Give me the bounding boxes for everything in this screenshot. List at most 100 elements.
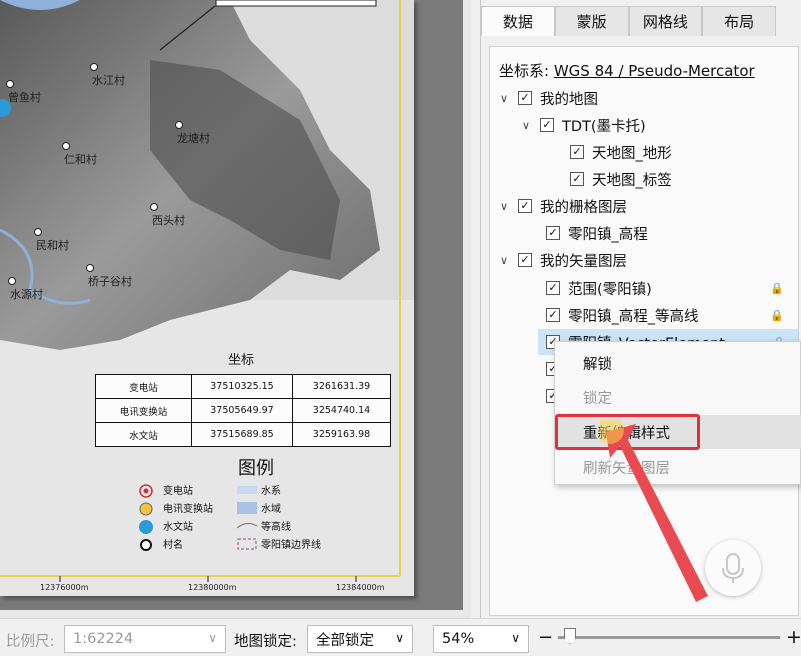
legend-label: 电讯变换站 [163, 504, 213, 515]
microphone-icon [722, 553, 744, 583]
table-cell: 3254740.14 [292, 398, 391, 423]
chevron-down-icon: ∨ [511, 631, 520, 645]
village-label: 水源村 [8, 277, 43, 301]
annotation-arrow-icon [600, 420, 708, 602]
tab-layout[interactable]: 布局 [702, 6, 776, 36]
village-label: 曾鱼村 [6, 80, 41, 104]
zoom-in-button[interactable]: + [786, 626, 801, 648]
tree-item-label: 零阳镇_高程_等高线 [568, 308, 699, 325]
table-cell: 37510325.15 [191, 374, 293, 399]
hydrology-icon [139, 519, 157, 534]
tab-data[interactable]: 数据 [481, 6, 555, 36]
map-lock-select[interactable]: 全部锁定 ∨ [307, 625, 413, 653]
chevron-down-icon: ∨ [208, 631, 217, 645]
crs-link[interactable]: WGS 84 / Pseudo-Mercator [554, 62, 755, 80]
boundary-icon [237, 538, 257, 550]
tab-gridlines[interactable]: 网格线 [628, 6, 703, 36]
layer-checkbox[interactable]: ✓ [540, 118, 554, 132]
chevron-down-icon: ∨ [395, 631, 404, 645]
legend-item: 零阳镇边界线 [237, 536, 321, 551]
legend-label: 水系 [261, 486, 281, 497]
table-cell: 3259163.98 [292, 422, 391, 447]
tree-item-label: 我的矢量图层 [540, 253, 627, 270]
layer-checkbox[interactable]: ✓ [518, 91, 532, 105]
chevron-down-icon[interactable]: ∨ [520, 119, 532, 132]
table-cell: 变电站 [95, 374, 192, 399]
tree-item-label: 我的栅格图层 [540, 199, 627, 216]
layer-checkbox[interactable]: ✓ [570, 172, 584, 186]
chevron-down-icon[interactable]: ∨ [498, 92, 510, 105]
legend-label: 变电站 [163, 486, 193, 497]
zoom-value: 54% [442, 631, 475, 647]
layer-checkbox[interactable]: ✓ [518, 253, 532, 267]
panel-tab-bar: 数据 蒙版 网格线 布局 [481, 6, 776, 36]
village-label: 龙塘村 [175, 121, 210, 145]
tree-item-label: 天地图_标签 [592, 172, 672, 189]
tree-item-label: 天地图_地形 [592, 145, 672, 162]
legend-label: 水文站 [163, 522, 193, 533]
tab-mask[interactable]: 蒙版 [554, 6, 629, 36]
tree-item-tdt-terrain[interactable]: ✓ 天地图_地形 [570, 139, 672, 165]
layer-checkbox[interactable]: ✓ [546, 308, 560, 322]
zoom-slider-track[interactable] [558, 636, 780, 639]
x-axis-tick: 12376000m [40, 583, 89, 592]
table-cell: 37515689.85 [191, 422, 293, 447]
contour-icon [236, 520, 258, 532]
tree-item-contours[interactable]: ✓ 零阳镇_高程_等高线 🔒 [546, 302, 796, 328]
legend-label: 村名 [163, 540, 183, 551]
lock-icon[interactable]: 🔒 [770, 309, 784, 322]
tree-item-tdt-labels[interactable]: ✓ 天地图_标签 [570, 166, 672, 192]
water-area-icon [237, 501, 257, 514]
layer-checkbox[interactable]: ✓ [518, 199, 532, 213]
tree-item-boundary[interactable]: ✓ 范围(零阳镇) 🔒 [546, 275, 796, 301]
chevron-down-icon[interactable]: ∨ [498, 254, 510, 267]
tree-item-label: TDT(墨卡托) [562, 118, 646, 135]
tree-item-my-map[interactable]: ∨ ✓ 我的地图 [498, 85, 598, 111]
legend-item: 村名 [139, 536, 183, 551]
tree-item-label: 范围(零阳镇) [568, 281, 652, 298]
map-lock-value: 全部锁定 [316, 632, 374, 649]
legend-item: 水域 [237, 500, 281, 515]
table-row: 变电站 37510325.15 3261631.39 [95, 374, 391, 399]
zoom-select[interactable]: 54% ∨ [433, 625, 529, 653]
table-row: 电讯变换站 37505649.97 3254740.14 [95, 398, 391, 423]
microphone-button[interactable] [705, 540, 761, 596]
village-label: 水江村 [90, 63, 125, 87]
telecom-icon [139, 502, 157, 515]
chevron-down-icon[interactable]: ∨ [498, 200, 510, 213]
crs-label: 坐标系: [499, 62, 550, 80]
village-label: 仁和村 [62, 142, 97, 166]
coordinate-table: 变电站 37510325.15 3261631.39 电讯变换站 3750564… [95, 374, 391, 447]
x-axis-tick: 12384000m [336, 583, 385, 592]
river-icon [237, 484, 257, 496]
legend-label: 等高线 [261, 522, 291, 533]
tree-item-elevation[interactable]: ✓ 零阳镇_高程 [546, 220, 648, 246]
tree-item-tdt[interactable]: ∨ ✓ TDT(墨卡托) [520, 112, 646, 138]
map-canvas[interactable]: 曾鱼村 水江村 仁和村 龙塘村 西头村 民和村 桥子谷村 水源村 坐标 变电站 … [0, 0, 471, 618]
village-label: 民和村 [34, 228, 69, 252]
legend-title: 图例 [238, 458, 274, 479]
lock-icon[interactable]: 🔒 [770, 282, 784, 295]
layer-checkbox[interactable]: ✓ [546, 281, 560, 295]
legend-item: 水系 [237, 482, 281, 497]
vertical-scrollbar[interactable] [463, 0, 471, 618]
legend-item: 变电站 [139, 482, 193, 498]
tree-item-raster-layers[interactable]: ∨ ✓ 我的栅格图层 [498, 193, 627, 219]
zoom-out-button[interactable]: − [538, 627, 553, 648]
table-cell: 37505649.97 [191, 398, 293, 423]
x-axis-tick: 12380000m [188, 583, 237, 592]
village-label: 西头村 [150, 203, 185, 227]
menu-item-lock[interactable]: 锁定 [555, 380, 801, 414]
legend-item: 电讯变换站 [139, 500, 213, 515]
table-row: 水文站 37515689.85 3259163.98 [95, 422, 391, 447]
layer-checkbox[interactable]: ✓ [546, 226, 560, 240]
tree-item-label: 我的地图 [540, 91, 598, 108]
map-lock-label: 地图锁定: [234, 634, 297, 650]
horizontal-scrollbar[interactable] [0, 610, 471, 618]
tree-item-vector-layers[interactable]: ∨ ✓ 我的矢量图层 [498, 247, 627, 273]
menu-item-unlock[interactable]: 解锁 [555, 346, 801, 380]
layer-checkbox[interactable]: ✓ [570, 145, 584, 159]
scale-select[interactable]: 1:62224 ∨ [64, 625, 226, 653]
village-label: 桥子谷村 [86, 264, 132, 288]
legend-label: 水域 [261, 504, 281, 515]
